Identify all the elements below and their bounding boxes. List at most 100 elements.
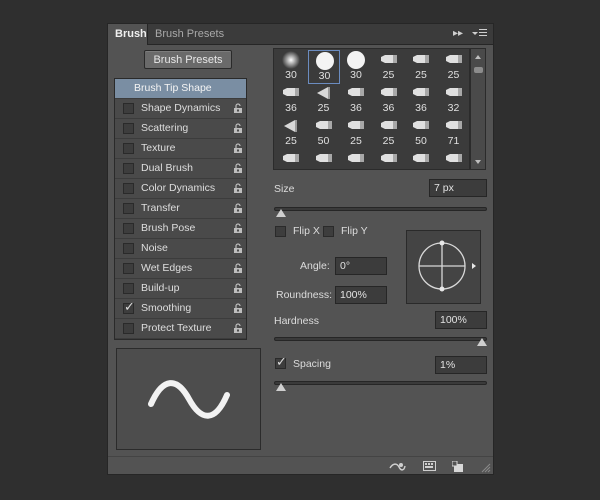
brush-option-smoothing[interactable]: ✓ Smoothing: [115, 299, 246, 319]
brush-option-brush-tip-shape[interactable]: Brush Tip Shape: [115, 79, 246, 99]
brush-tip[interactable]: 30: [307, 50, 340, 84]
brush-tip[interactable]: 25: [373, 116, 405, 150]
brush-presets-button[interactable]: Brush Presets: [144, 50, 232, 69]
bristle-brush-icon: [380, 121, 397, 129]
brush-tip[interactable]: 50: [340, 149, 372, 169]
roundness-field[interactable]: 100%: [335, 286, 387, 304]
size-slider-track[interactable]: [274, 207, 487, 211]
bristle-brush-icon: [413, 154, 429, 162]
lock-icon[interactable]: [233, 243, 243, 254]
brush-option-noise[interactable]: Noise: [115, 239, 246, 259]
brush-tip[interactable]: 36: [340, 83, 372, 117]
brush-tip[interactable]: 25: [275, 116, 307, 150]
brush-angle-icon[interactable]: [407, 231, 480, 303]
brush-option-build-up[interactable]: Build-up: [115, 279, 246, 299]
brush-tip-size: 50: [308, 168, 340, 169]
option-checkbox[interactable]: [123, 163, 134, 174]
option-checkbox[interactable]: [123, 203, 134, 214]
spacing-slider-knob[interactable]: [276, 383, 287, 391]
brush-option-texture[interactable]: Texture: [115, 139, 246, 159]
option-checkbox[interactable]: [123, 223, 134, 234]
brush-tip[interactable]: 50: [405, 116, 437, 150]
brush-tip-scrollbar[interactable]: [470, 48, 486, 170]
resize-grip-icon[interactable]: [481, 463, 491, 473]
brush-option-scattering[interactable]: Scattering: [115, 119, 246, 139]
brush-tip[interactable]: 36: [405, 83, 437, 117]
brush-option-wet-edges[interactable]: Wet Edges: [115, 259, 246, 279]
option-checkbox[interactable]: [123, 143, 134, 154]
brush-tip-size: 71: [447, 135, 460, 147]
new-preset-icon[interactable]: [452, 461, 464, 473]
lock-icon[interactable]: [233, 143, 243, 154]
hardness-slider-track[interactable]: [274, 337, 487, 341]
lock-icon[interactable]: [233, 323, 243, 334]
brush-tip[interactable]: 50: [308, 149, 340, 169]
option-checkbox[interactable]: [123, 283, 134, 294]
bristle-brush-icon: [413, 88, 429, 96]
option-checkbox[interactable]: [123, 263, 134, 274]
lock-icon[interactable]: [233, 103, 243, 114]
grid-icon[interactable]: [423, 461, 436, 472]
size-slider-knob[interactable]: [276, 209, 287, 217]
brush-tip[interactable]: 50: [373, 149, 405, 169]
lock-icon[interactable]: [233, 283, 243, 294]
brush-tip[interactable]: 25: [308, 83, 340, 117]
hardness-field[interactable]: 100%: [435, 311, 487, 329]
angle-label: Angle:: [300, 260, 330, 272]
bristle-brush-icon: [413, 55, 429, 63]
scroll-thumb[interactable]: [474, 67, 483, 73]
brush-tip[interactable]: 25: [373, 50, 405, 84]
brush-option-brush-pose[interactable]: Brush Pose: [115, 219, 246, 239]
brush-tip[interactable]: 32: [438, 83, 470, 117]
lock-icon[interactable]: [233, 163, 243, 174]
lock-icon[interactable]: [233, 183, 243, 194]
spacing-field[interactable]: 1%: [435, 356, 487, 374]
lock-icon[interactable]: [233, 223, 243, 234]
brush-option-shape-dynamics[interactable]: Shape Dynamics: [115, 99, 246, 119]
brush-tip[interactable]: 36: [275, 83, 307, 117]
scroll-up-icon[interactable]: [471, 52, 485, 62]
option-checkbox[interactable]: [123, 103, 134, 114]
lock-icon[interactable]: [233, 263, 243, 274]
brush-tip[interactable]: 50: [308, 116, 340, 150]
size-field[interactable]: 7 px: [429, 179, 487, 197]
double-chevron-right-icon[interactable]: ▸▸: [453, 28, 463, 40]
lock-icon[interactable]: [233, 303, 243, 314]
brush-tip[interactable]: 50: [405, 149, 437, 169]
option-checkbox[interactable]: ✓: [123, 300, 135, 314]
scroll-down-icon[interactable]: [471, 157, 485, 167]
brush-option-protect-texture[interactable]: Protect Texture: [115, 319, 246, 339]
flip-x-checkbox[interactable]: [275, 226, 286, 237]
option-checkbox[interactable]: [123, 323, 134, 334]
lock-icon[interactable]: [233, 203, 243, 214]
brush-option-transfer[interactable]: Transfer: [115, 199, 246, 219]
bristle-brush-icon: [380, 154, 397, 162]
brush-tip[interactable]: 25: [438, 50, 470, 84]
angle-field[interactable]: 0°: [335, 257, 387, 275]
option-checkbox[interactable]: [123, 123, 134, 134]
brush-option-dual-brush[interactable]: Dual Brush: [115, 159, 246, 179]
brush-tip[interactable]: 71: [438, 116, 470, 150]
brush-tip[interactable]: 30: [340, 50, 372, 84]
brush-option-color-dynamics[interactable]: Color Dynamics: [115, 179, 246, 199]
panel-menu-icon[interactable]: [472, 27, 488, 43]
toggle-brush-preview-icon[interactable]: [388, 461, 406, 473]
tab-brush-presets[interactable]: Brush Presets: [148, 24, 231, 44]
lock-icon[interactable]: [233, 123, 243, 134]
brush-tip[interactable]: 25: [405, 50, 437, 84]
brush-tip-size: 50: [317, 135, 330, 147]
spacing-slider-track[interactable]: [274, 381, 487, 385]
flip-y-checkbox[interactable]: [323, 226, 334, 237]
brush-tip[interactable]: 25: [275, 149, 307, 169]
option-checkbox[interactable]: [123, 183, 134, 194]
angle-roundness-widget[interactable]: [406, 230, 481, 304]
hardness-slider-knob[interactable]: [477, 338, 487, 346]
brush-tip[interactable]: 50: [438, 149, 470, 169]
spacing-checkbox[interactable]: ✓: [275, 355, 287, 369]
brush-tip[interactable]: 30: [275, 50, 307, 84]
brush-tip[interactable]: 25: [340, 116, 372, 150]
tab-brush[interactable]: Brush: [108, 24, 148, 45]
option-checkbox[interactable]: [123, 243, 134, 254]
brush-tip-size: 30: [350, 69, 362, 81]
brush-tip[interactable]: 36: [373, 83, 405, 117]
